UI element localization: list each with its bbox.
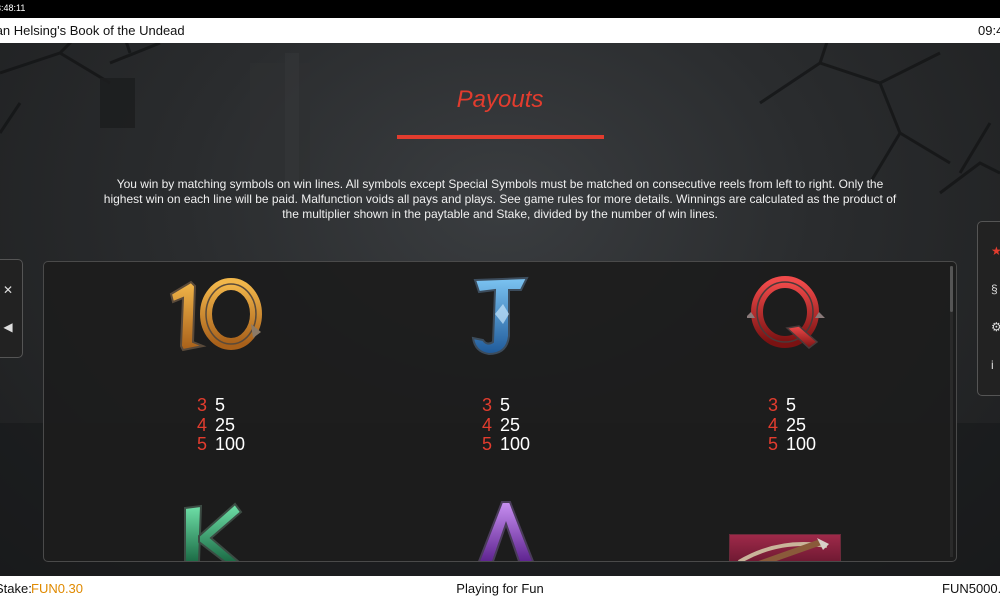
speaker-icon[interactable]: ◀ xyxy=(1,320,15,334)
status-time: 13:48:11 xyxy=(0,3,26,13)
a-symbol-icon xyxy=(478,501,534,561)
game-title: Van Helsing's Book of the Undead xyxy=(0,23,185,38)
payouts-screen: Payouts You win by matching symbols on w… xyxy=(0,43,1000,576)
symbol-j-payouts: 35 4 25 5 100 xyxy=(482,395,531,454)
info-icon[interactable]: i xyxy=(991,358,1000,372)
symbol-10-payouts: 35 4 25 5 100 xyxy=(197,395,246,454)
clock: 09:48 xyxy=(978,23,1000,38)
symbol-q-payouts: 35 4 25 5 100 xyxy=(768,395,817,454)
settings-icon[interactable]: ⚙ xyxy=(991,320,1000,334)
q-symbol-icon xyxy=(747,276,825,349)
close-icon[interactable]: ✕ xyxy=(1,283,15,297)
payouts-heading: Payouts xyxy=(456,86,544,113)
left-side-menu: ✕ ◀ xyxy=(0,259,23,358)
j-symbol-icon xyxy=(471,276,529,356)
status-bar: 13:48:11 xyxy=(0,0,1000,18)
paytable-panel[interactable]: 35 4 25 5 100 35 4 25 5 100 3 5 4 25 5 1… xyxy=(43,261,957,562)
k-symbol-icon xyxy=(184,502,243,561)
paytable-icon[interactable]: ★ xyxy=(991,244,1000,258)
balance: FUN5000.00 xyxy=(942,581,1000,596)
title-bar: Van Helsing's Book of the Undead 09:48 xyxy=(0,18,1000,43)
payouts-intro: You win by matching symbols on win lines… xyxy=(103,177,897,221)
play-mode: Playing for Fun xyxy=(456,581,544,596)
rules-icon[interactable]: § xyxy=(991,282,1000,296)
scrollbar-thumb[interactable] xyxy=(950,266,953,312)
crossbow-symbol-icon xyxy=(729,534,841,561)
footer-bar: Stake: FUN0.30 Playing for Fun FUN5000.0… xyxy=(0,576,1000,600)
right-side-menu: ★ § ⚙ i xyxy=(977,221,1000,396)
heading-underline xyxy=(397,135,604,139)
ten-symbol-icon xyxy=(169,278,262,352)
